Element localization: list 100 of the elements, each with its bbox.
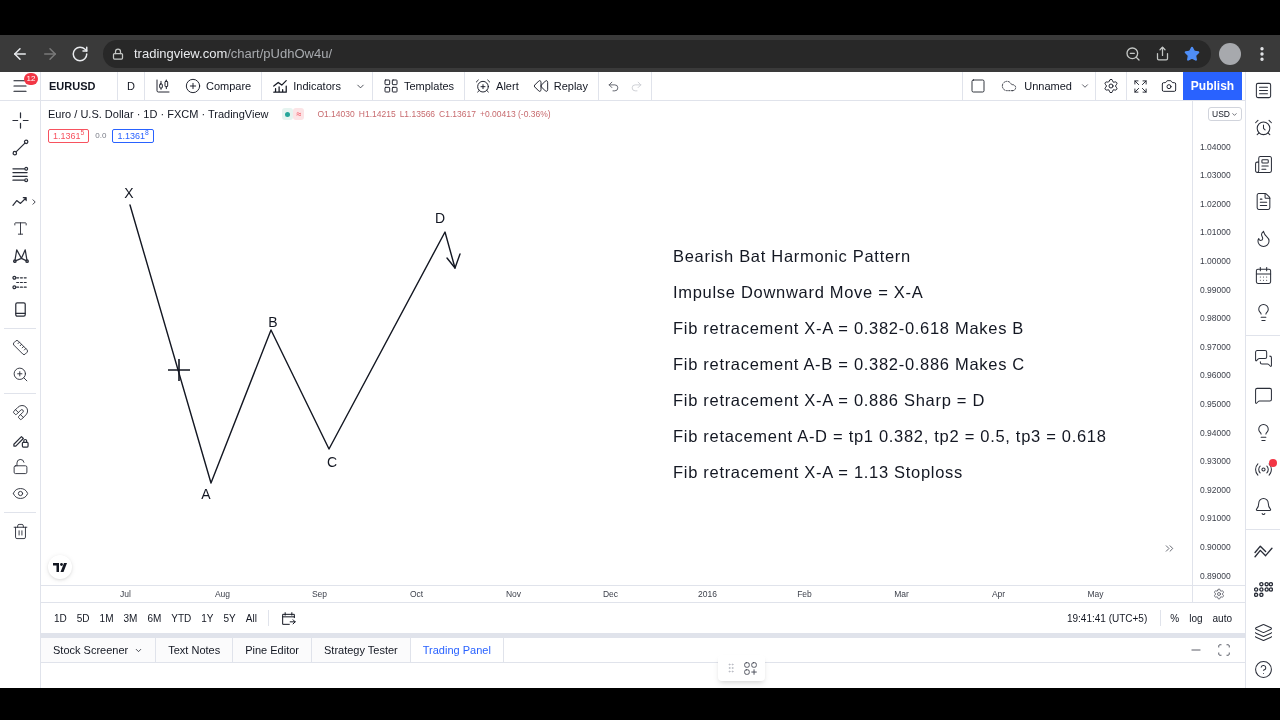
time-axis-label: May <box>1087 587 1104 601</box>
symbol-title: Euro / U.S. Dollar · 1D · FXCM · TradingView <box>48 107 269 122</box>
symbol-button[interactable]: EURUSD <box>41 72 100 100</box>
range-button[interactable]: 1M <box>94 610 119 626</box>
zoom-in-icon[interactable] <box>11 366 29 383</box>
avatar-icon[interactable] <box>1219 42 1241 65</box>
range-button[interactable]: All <box>240 610 262 626</box>
panel-tab[interactable]: Text Notes <box>156 638 234 662</box>
toolbar-button[interactable]: Replay <box>526 72 594 100</box>
trash-icon[interactable] <box>11 523 29 540</box>
interval-button[interactable]: D <box>123 72 139 100</box>
camera-icon[interactable] <box>1161 78 1177 94</box>
scale-option-button[interactable]: % <box>1165 610 1185 626</box>
drag-handle-icon[interactable] <box>725 662 737 674</box>
address-bar[interactable]: tradingview.com/chart/pUdhOw4u/ <box>103 39 1211 68</box>
range-button[interactable]: 5D <box>71 610 95 626</box>
ruler-icon[interactable] <box>11 339 29 356</box>
menu-icon[interactable] <box>11 77 29 95</box>
toolbar-button[interactable]: Alert <box>469 72 525 100</box>
scale-option-button[interactable]: auto <box>1207 610 1237 626</box>
spread-text: 0.0 <box>95 129 107 142</box>
calendar-icon[interactable] <box>1253 266 1273 285</box>
alarm-clock-icon <box>475 78 492 94</box>
chat-bubbles-icon[interactable] <box>1253 349 1273 368</box>
range-button[interactable]: 3M <box>118 610 143 626</box>
url-text: tradingview.com/chart/pUdhOw4u/ <box>134 44 332 63</box>
range-button[interactable]: 1D <box>49 610 72 626</box>
panel-tab[interactable]: Pine Editor <box>233 638 312 662</box>
calendar-arrow-icon[interactable] <box>280 610 296 626</box>
zoom-out-icon[interactable] <box>1125 45 1141 62</box>
caret-icon <box>1231 110 1238 118</box>
toolbar-button[interactable]: Indicators <box>266 72 347 100</box>
list-icon[interactable] <box>1253 81 1273 100</box>
chevron-right-icon[interactable] <box>32 198 36 205</box>
plus-circle-icon <box>185 78 201 94</box>
text-note-line: Fib retracement X-A = 0.886 Sharp = D <box>673 390 987 411</box>
pattern-point-label: X <box>124 183 134 203</box>
ohlc-value: L1.13566 <box>399 107 436 121</box>
settings-icon[interactable] <box>1103 78 1119 94</box>
maximize-icon[interactable] <box>1217 643 1231 657</box>
bell-icon[interactable] <box>1253 497 1273 516</box>
horizontal-lines-icon[interactable] <box>11 166 29 183</box>
text-note-line: Fib retracement A-B = 0.382-0.886 Makes C <box>673 354 1026 375</box>
buy-price-box[interactable]: 1.1361$^{8}$ <box>112 128 154 143</box>
ohlc-value: +0.00413 (-0.36%) <box>479 107 551 121</box>
ohlc-value: O1.14030 <box>317 107 355 121</box>
candlestick-chart-icon[interactable] <box>155 78 171 94</box>
star-icon[interactable] <box>1184 45 1200 62</box>
toolbar-button[interactable]: Compare <box>179 72 258 100</box>
help-icon[interactable] <box>1253 660 1273 679</box>
pattern-icon[interactable] <box>11 247 29 264</box>
fullscreen-icon[interactable] <box>1133 78 1148 94</box>
range-button[interactable]: 6M <box>142 610 167 626</box>
text-note-line: Bearish Bat Harmonic Pattern <box>673 246 912 267</box>
unlock-icon[interactable] <box>11 458 29 475</box>
sell-price-box[interactable]: 1.1361$^{5}$ <box>48 128 90 143</box>
time-axis-label: Mar <box>894 587 909 601</box>
currency-button[interactable]: USD <box>1208 107 1242 121</box>
range-button[interactable]: YTD <box>166 610 197 626</box>
price-axis-label: 1.01000 <box>1200 226 1231 240</box>
share-icon[interactable] <box>1155 46 1170 61</box>
panel-tab[interactable]: Strategy Tester <box>312 638 411 662</box>
chat-bubble-icon[interactable] <box>1253 386 1273 405</box>
scroll-right-icon[interactable] <box>1163 542 1176 555</box>
undo-icon[interactable] <box>606 79 620 93</box>
reload-icon[interactable] <box>71 44 89 63</box>
layout-name-button[interactable]: Unnamed <box>993 72 1096 100</box>
caret-icon <box>1080 81 1090 91</box>
dotted-lines-icon[interactable] <box>11 274 29 291</box>
eye-icon[interactable] <box>11 485 29 502</box>
dropdown-tab[interactable]: Stock Screener <box>41 638 157 662</box>
newspaper-icon[interactable] <box>1253 155 1273 174</box>
range-button[interactable]: 5Y <box>218 610 241 626</box>
grid-plus-icon[interactable] <box>743 660 758 676</box>
dots-icon[interactable] <box>1253 580 1273 599</box>
alarm-clock-icon[interactable] <box>1253 118 1273 137</box>
pattern-point-label: B <box>268 312 278 332</box>
pattern-point-label: C <box>326 452 338 472</box>
scale-option-button[interactable]: log <box>1184 610 1208 626</box>
magnet-icon[interactable] <box>11 404 29 421</box>
crosshair-icon[interactable] <box>11 112 29 129</box>
text-note-line: Impulse Downward Move = X-A <box>673 282 925 303</box>
broadcast-icon[interactable] <box>1253 460 1273 479</box>
price-axis-label: 0.96000 <box>1200 369 1231 383</box>
toolbar-button[interactable]: Templates <box>376 72 461 100</box>
price-axis-label: 0.89000 <box>1200 569 1231 583</box>
trend-line-icon[interactable] <box>11 139 29 156</box>
price-axis-label: 0.99000 <box>1200 283 1231 297</box>
chart-icon <box>272 78 289 94</box>
notification-badge: 12 <box>24 73 38 85</box>
time-axis-label: Aug <box>214 587 231 601</box>
time-axis-label: 2016 <box>698 587 717 601</box>
publish-button[interactable]: Publish <box>1183 72 1242 100</box>
text-icon[interactable] <box>11 220 29 237</box>
square-icon[interactable] <box>970 78 987 94</box>
time-axis-label: Sep <box>311 587 328 601</box>
range-button[interactable]: 1Y <box>196 610 219 626</box>
time-axis-label: Nov <box>505 587 522 601</box>
time-axis-label: Jul <box>120 587 131 601</box>
layers-icon[interactable] <box>1253 623 1273 642</box>
